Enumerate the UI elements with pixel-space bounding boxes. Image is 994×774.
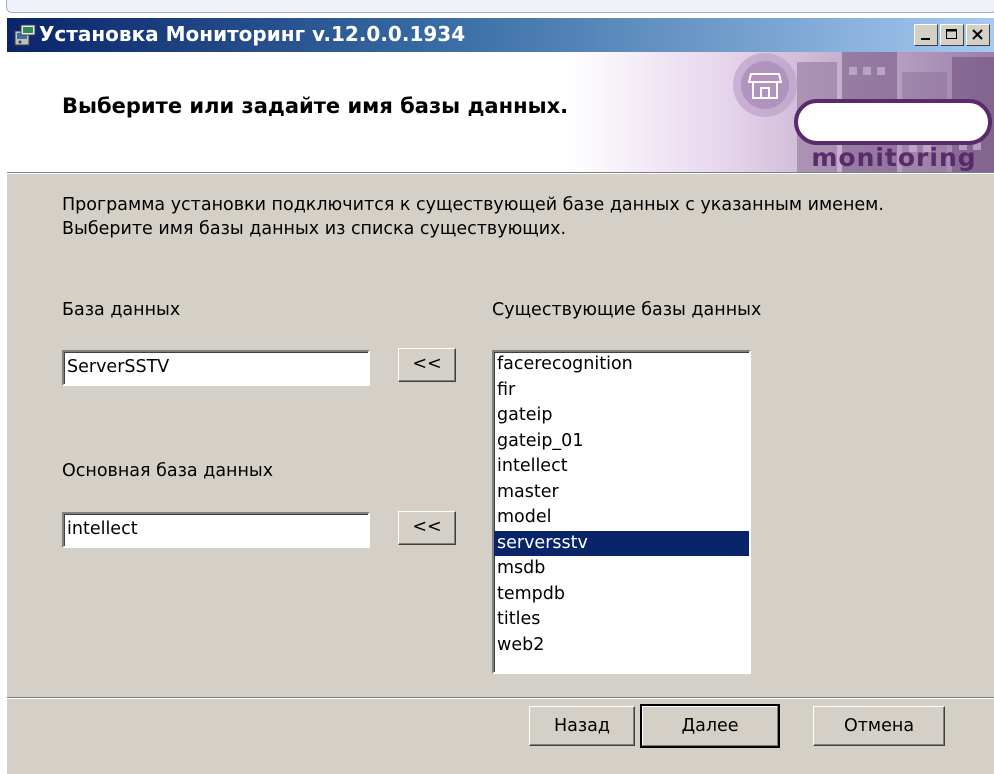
- description-line-1: Программа установки подключится к сущест…: [62, 195, 884, 215]
- window-controls: [914, 24, 990, 46]
- copy-to-main-database-button[interactable]: <<: [398, 511, 456, 545]
- list-item[interactable]: model: [494, 505, 749, 531]
- maximize-button[interactable]: [940, 24, 964, 46]
- list-item[interactable]: intellect: [494, 454, 749, 480]
- installer-icon: [13, 23, 37, 47]
- maximize-icon: [946, 29, 957, 39]
- list-item[interactable]: tempdb: [494, 582, 749, 608]
- list-item[interactable]: msdb: [494, 556, 749, 582]
- list-item[interactable]: master: [494, 480, 749, 506]
- list-item[interactable]: fir: [494, 378, 749, 404]
- description: Программа установки подключится к сущест…: [62, 193, 884, 241]
- database-name-input[interactable]: ServerSSTV: [62, 350, 370, 386]
- next-button[interactable]: Далее: [640, 704, 780, 748]
- list-item-selected[interactable]: serversstv: [494, 530, 749, 556]
- close-icon: [972, 29, 983, 40]
- cancel-button[interactable]: Отмена: [813, 706, 945, 746]
- footer-divider-highlight: [7, 698, 994, 699]
- header-banner: Выберите или задайте имя базы данных. mo…: [7, 52, 994, 172]
- list-item[interactable]: gateip_01: [494, 429, 749, 455]
- minimize-button[interactable]: [914, 24, 938, 46]
- back-button[interactable]: Назад: [529, 706, 635, 746]
- existing-databases-label: Существующие базы данных: [492, 300, 762, 320]
- brand-logo-text: monitoring: [811, 143, 977, 172]
- list-item[interactable]: gateip: [494, 403, 749, 429]
- list-item[interactable]: facerecognition: [494, 352, 749, 378]
- page-title: Выберите или задайте имя базы данных.: [62, 94, 569, 118]
- main-database-input[interactable]: intellect: [62, 512, 370, 548]
- existing-databases-list[interactable]: facerecognition fir gateip gateip_01 intelle…: [492, 350, 751, 674]
- main-database-label: Основная база данных: [62, 461, 274, 481]
- list-item[interactable]: titles: [494, 607, 749, 633]
- database-label: База данных: [62, 300, 181, 320]
- copy-to-database-button[interactable]: <<: [398, 348, 456, 382]
- close-button[interactable]: [966, 24, 990, 46]
- header-divider-highlight: [7, 173, 994, 174]
- title-bar[interactable]: Установка Мониторинг v.12.0.0.1934: [7, 18, 994, 52]
- outer-frame-top: [0, 0, 994, 14]
- installer-window: Установка Мониторинг v.12.0.0.1934 Выбер…: [7, 18, 994, 774]
- list-item[interactable]: web2: [494, 633, 749, 659]
- description-line-2: Выберите имя базы данных из списка сущес…: [62, 219, 567, 239]
- minimize-icon: [921, 38, 930, 40]
- window-title: Установка Мониторинг v.12.0.0.1934: [39, 22, 466, 46]
- outer-frame-border: [6, 0, 994, 13]
